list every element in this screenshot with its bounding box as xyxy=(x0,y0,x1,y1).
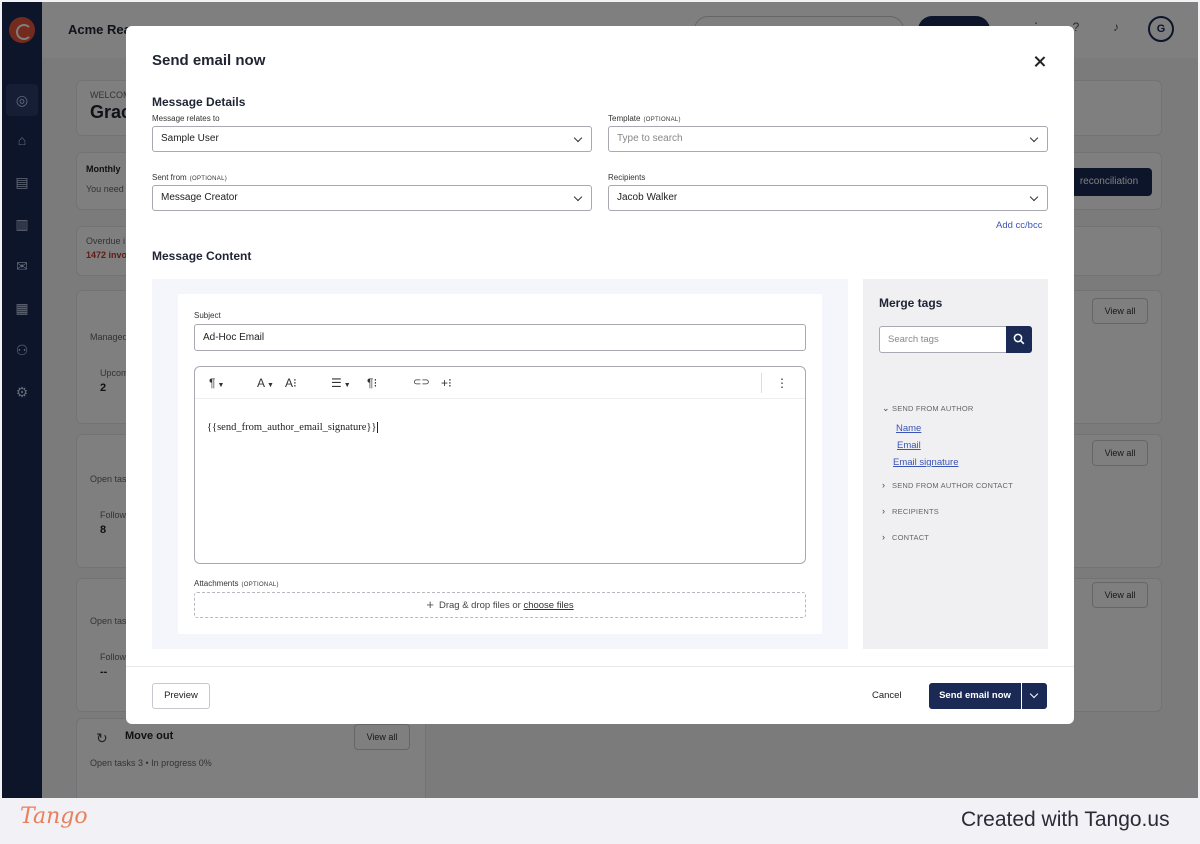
paragraph-format-button[interactable]: ¶⁝ xyxy=(367,375,377,391)
modal-title: Send email now xyxy=(152,52,266,69)
sent-from-select[interactable]: Message Creator xyxy=(152,185,592,211)
rich-text-editor[interactable]: ¶ ▼ A ▼ A⁝ ☰ ▼ ¶⁝ ⊂⊃ +⁝ ⋮ {{send_from_autho… xyxy=(194,366,806,564)
tag-name[interactable]: Name xyxy=(896,423,921,434)
message-content-inner: Subject Ad-Hoc Email ¶ ▼ A ▼ A⁝ ☰ ▼ ¶⁝ ⊂⊃ +… xyxy=(178,294,822,634)
text-cursor xyxy=(377,422,379,434)
chevron-down-icon xyxy=(573,133,583,143)
insert-button[interactable]: +⁝ xyxy=(441,375,452,391)
search-icon[interactable] xyxy=(1006,326,1032,353)
list-button[interactable]: ☰ ▼ xyxy=(331,375,351,391)
tag-email-signature[interactable]: Email signature xyxy=(893,457,958,468)
editor-toolbar: ¶ ▼ A ▼ A⁝ ☰ ▼ ¶⁝ ⊂⊃ +⁝ ⋮ xyxy=(195,367,805,399)
recipients-value: Jacob Walker xyxy=(617,192,678,203)
tag-group-send-from-author[interactable]: ⌄ SEND FROM AUTHOR xyxy=(882,403,974,414)
sent-from-value: Message Creator xyxy=(161,192,238,203)
recipients-label: Recipients xyxy=(608,173,646,182)
drop-text: Drag & drop files or xyxy=(438,600,521,611)
choose-files-link[interactable]: choose files xyxy=(523,600,573,611)
chevron-right-icon: › xyxy=(882,480,886,490)
cancel-button[interactable]: Cancel xyxy=(872,683,902,709)
relates-to-select[interactable]: Sample User xyxy=(152,126,592,152)
relates-to-value: Sample User xyxy=(161,133,219,144)
chevron-down-icon xyxy=(1029,133,1039,143)
close-icon[interactable] xyxy=(1030,52,1050,72)
subject-input[interactable]: Ad-Hoc Email xyxy=(194,324,806,351)
text-size-button[interactable]: A⁝ xyxy=(285,375,297,391)
template-select[interactable]: Type to search xyxy=(608,126,1048,152)
send-options-dropdown[interactable] xyxy=(1022,683,1047,709)
attachments-dropzone[interactable]: + Drag & drop files or choose files xyxy=(194,592,806,618)
sent-from-label: Sent from (OPTIONAL) xyxy=(152,173,228,182)
chevron-down-icon xyxy=(1029,192,1039,202)
chevron-right-icon: › xyxy=(882,532,886,542)
chevron-right-icon: › xyxy=(882,506,886,516)
tag-group-send-from-author-contact[interactable]: › SEND FROM AUTHOR CONTACT xyxy=(882,480,1013,490)
font-button[interactable]: A ▼ xyxy=(257,375,274,391)
chevron-down-icon xyxy=(573,192,583,202)
send-email-modal: Send email now Message Details Message r… xyxy=(126,26,1074,724)
tango-logo: Tango xyxy=(20,804,88,829)
tag-group-recipients[interactable]: › RECIPIENTS xyxy=(882,506,939,516)
message-content-area: Subject Ad-Hoc Email ¶ ▼ A ▼ A⁝ ☰ ▼ ¶⁝ ⊂⊃ +… xyxy=(152,279,848,649)
subject-label: Subject xyxy=(194,311,221,320)
merge-tags-title: Merge tags xyxy=(879,296,943,310)
merge-tags-panel: Merge tags Search tags ⌄ SEND FROM AUTHOR… xyxy=(863,279,1048,649)
editor-body[interactable]: {{send_from_author_email_signature}} xyxy=(207,422,379,434)
tag-email[interactable]: Email xyxy=(897,440,921,451)
attachments-label: Attachments (OPTIONAL) xyxy=(194,579,279,588)
relates-to-label: Message relates to xyxy=(152,114,220,123)
template-placeholder: Type to search xyxy=(617,133,683,144)
link-icon[interactable]: ⊂⊃ xyxy=(413,375,430,391)
add-cc-bcc-link[interactable]: Add cc/bcc xyxy=(996,220,1042,231)
tango-credit-text: Created with Tango.us xyxy=(961,808,1170,831)
recipients-select[interactable]: Jacob Walker xyxy=(608,185,1048,211)
paragraph-style-button[interactable]: ¶ ▼ xyxy=(209,375,224,391)
chevron-down-icon: ⌄ xyxy=(882,403,890,413)
modal-footer: Preview Cancel Send email now xyxy=(126,666,1074,724)
send-email-button[interactable]: Send email now xyxy=(929,683,1021,709)
preview-button[interactable]: Preview xyxy=(152,683,210,709)
tag-search-input[interactable]: Search tags xyxy=(879,326,1007,353)
template-label: Template (OPTIONAL) xyxy=(608,114,681,123)
toolbar-divider xyxy=(761,373,762,393)
tag-group-contact[interactable]: › CONTACT xyxy=(882,532,929,542)
plus-icon: + xyxy=(426,597,434,612)
message-details-heading: Message Details xyxy=(152,95,246,109)
message-content-heading: Message Content xyxy=(152,249,252,263)
more-options-icon[interactable]: ⋮ xyxy=(776,375,788,391)
